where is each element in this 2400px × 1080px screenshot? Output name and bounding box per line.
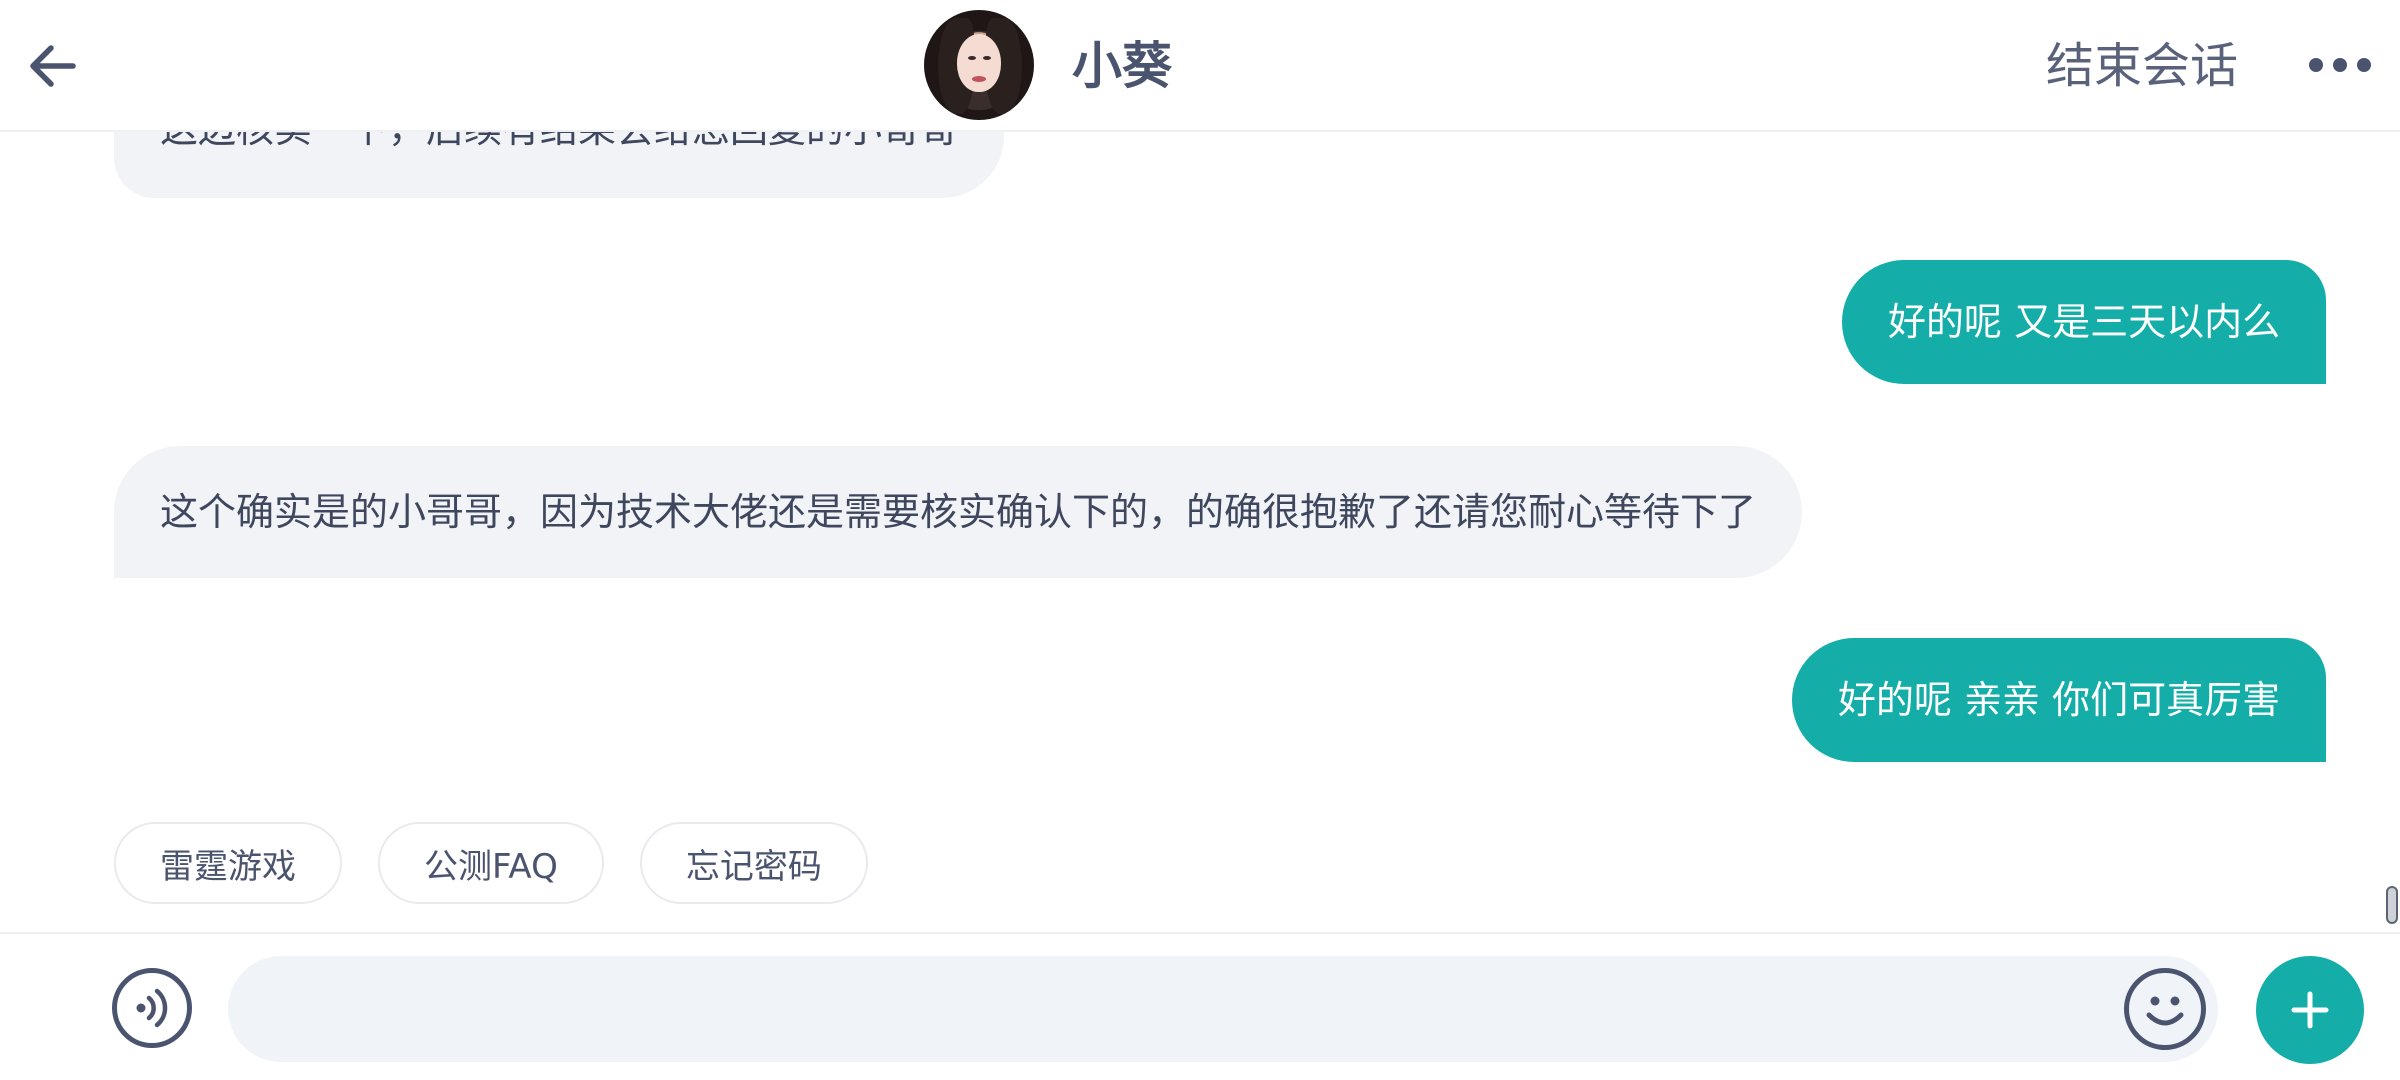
input-bar <box>0 932 2400 1080</box>
quick-reply-chip[interactable]: 忘记密码 <box>639 822 868 904</box>
message-input[interactable] <box>228 956 2218 1062</box>
plus-icon <box>2291 991 2329 1029</box>
more-horizontal-icon <box>2309 58 2323 72</box>
emoji-button[interactable] <box>2124 968 2206 1050</box>
quick-reply-chip[interactable]: 公测FAQ <box>378 822 604 904</box>
chat-screen: 小葵 结束会话 这边核实一下，后续有结果会给您回复的小哥哥 好的呢 又是三天以内… <box>0 0 2400 1080</box>
avatar[interactable] <box>924 10 1034 120</box>
agent-name: 小葵 <box>1072 37 1172 95</box>
voice-input-button[interactable] <box>112 968 192 1048</box>
back-button[interactable] <box>20 30 84 102</box>
message-bubble-agent: 这边核实一下，后续有结果会给您回复的小哥哥 <box>114 132 1005 198</box>
message-list[interactable]: 这边核实一下，后续有结果会给您回复的小哥哥 好的呢 又是三天以内么 这个确实是的… <box>0 132 2400 932</box>
end-session-button[interactable]: 结束会话 <box>2046 30 2238 102</box>
add-attachment-button[interactable] <box>2256 956 2364 1064</box>
scrollbar-thumb[interactable] <box>2386 886 2398 924</box>
voice-wave-icon <box>136 988 168 1028</box>
message-bubble-user: 好的呢 又是三天以内么 <box>1842 260 2327 384</box>
chat-header: 小葵 结束会话 <box>0 0 2400 132</box>
more-button[interactable] <box>2300 40 2380 90</box>
message-bubble-agent: 这个确实是的小哥哥，因为技术大佬还是需要核实确认下的，的确很抱歉了还请您耐心等待… <box>114 446 1803 578</box>
message-bubble-user: 好的呢 亲亲 你们可真厉害 <box>1792 638 2327 762</box>
arrow-left-icon <box>30 45 76 87</box>
quick-replies: 雷霆游戏 公测FAQ 忘记密码 <box>114 822 868 904</box>
quick-reply-chip[interactable]: 雷霆游戏 <box>114 822 342 904</box>
smiley-icon <box>2146 996 2184 1026</box>
